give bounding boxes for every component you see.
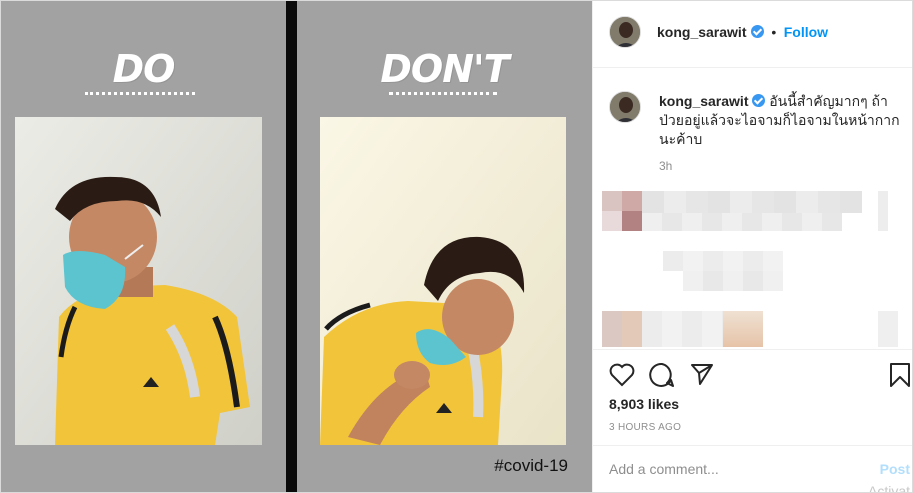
- post-header: kong_sarawit • Follow: [593, 1, 912, 68]
- post-image[interactable]: DO DON'T #covid-19: [1, 1, 592, 492]
- do-heading: DO: [112, 47, 176, 91]
- caption-username[interactable]: kong_sarawit: [659, 93, 748, 109]
- follow-button[interactable]: Follow: [784, 24, 828, 40]
- posted-time[interactable]: 3 HOURS AGO: [609, 422, 681, 433]
- hashtag-label: #covid-19: [494, 456, 568, 475]
- comment-box: Add a comment... Post Activat: [593, 445, 912, 493]
- bookmark-icon[interactable]: [889, 362, 911, 388]
- activation-watermark: Activat: [867, 483, 910, 493]
- comment-icon[interactable]: [649, 362, 675, 388]
- do-underline: [85, 92, 195, 95]
- instagram-post-window: DO DON'T #covid-19 kong_sarawit • Follow…: [0, 0, 913, 493]
- avatar[interactable]: [609, 16, 641, 48]
- post-sidebar: kong_sarawit • Follow kong_sarawit อันนี…: [592, 1, 912, 493]
- caption-verified-icon: [752, 94, 766, 107]
- caption-time[interactable]: 3h: [659, 159, 672, 173]
- likes-count[interactable]: 8,903 likes: [609, 396, 679, 412]
- dont-underline: [389, 92, 497, 95]
- dont-panel: DON'T #covid-19: [297, 1, 592, 492]
- paper-plane-icon[interactable]: [690, 362, 714, 386]
- action-bar: 8,903 likes 3 HOURS AGO Add a comment...…: [593, 349, 912, 493]
- heart-icon[interactable]: [609, 363, 635, 387]
- post-comment-button[interactable]: Post: [880, 461, 910, 477]
- caption: kong_sarawit อันนี้สำคัญมากๆ ถ้าป่วยอยู่…: [659, 92, 904, 149]
- dont-photo: [320, 117, 566, 445]
- separator-dot: •: [771, 24, 777, 40]
- caption-avatar[interactable]: [609, 91, 641, 123]
- panel-divider: [286, 1, 297, 492]
- header-username[interactable]: kong_sarawit: [657, 24, 746, 40]
- do-photo: [15, 117, 262, 445]
- do-panel: DO: [1, 1, 286, 492]
- dont-heading: DON'T: [380, 47, 509, 91]
- comment-input[interactable]: Add a comment...: [609, 461, 719, 477]
- verified-badge-icon: [750, 25, 764, 38]
